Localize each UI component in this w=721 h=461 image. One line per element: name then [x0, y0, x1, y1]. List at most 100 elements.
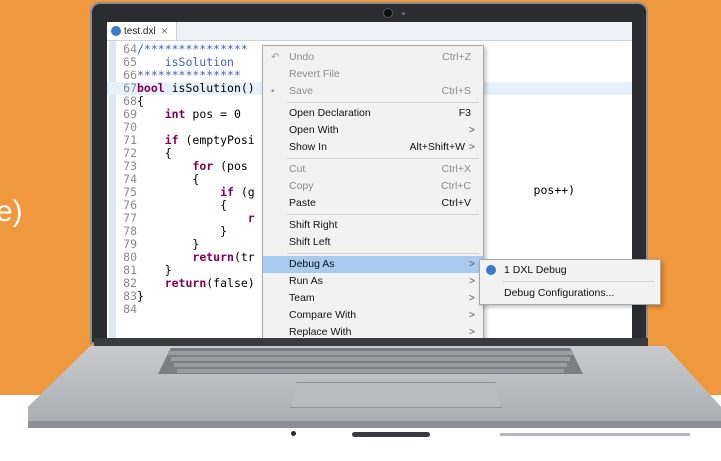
power-led-icon [291, 431, 296, 436]
context-menu: ↶ Undo Ctrl+Z Revert File ▪ Save Ctrl+S Open De… [262, 45, 484, 347]
menu-item-shortcut: F3 [458, 107, 471, 119]
code-token: isSolution [137, 55, 234, 69]
keyboard-key-row [168, 351, 573, 355]
menu-item-shift-left[interactable]: Shift Left [263, 234, 483, 251]
menu-item-shortcut: Ctrl+X [441, 163, 471, 175]
code-token: { [137, 198, 228, 212]
laptop-side-groove [500, 433, 690, 436]
menu-item-team[interactable]: Team > [263, 290, 483, 307]
laptop-front-edge [28, 421, 721, 428]
code-token: for [192, 159, 214, 173]
menu-item-shortcut: Ctrl+Z [442, 51, 471, 63]
menu-item-show-in[interactable]: Show In Alt+Shift+W > [263, 139, 483, 156]
menu-item-shortcut: Ctrl+S [441, 85, 471, 97]
code-token: isSolution() [164, 81, 255, 95]
code-token: if [220, 185, 234, 199]
keyboard-key-row [174, 363, 567, 367]
editor-tab-test-dxl[interactable]: test.dxl ✕ [107, 22, 178, 40]
submenu-arrow-icon: > [468, 292, 475, 304]
menu-item-shortcut: Ctrl+C [440, 180, 471, 192]
dxl-file-icon [111, 26, 121, 36]
keyboard-key-row [171, 357, 570, 361]
submenu-arrow-icon: > [468, 309, 475, 321]
menu-item-copy[interactable]: Copy Ctrl+C [263, 178, 483, 195]
submenu-item-label: Debug Configurations... [504, 287, 615, 299]
submenu-arrow-icon: > [468, 275, 475, 287]
keyboard-key-row [177, 369, 564, 373]
menu-item-label: Paste [289, 197, 316, 209]
submenu-arrow-icon: > [468, 258, 475, 270]
code-token: (g [233, 185, 255, 199]
code-token: } [137, 263, 172, 277]
laptop-latch [352, 432, 430, 437]
code-token: (emptyPosi [178, 133, 255, 147]
menu-item-label: Show In [289, 141, 327, 153]
menu-item-label: Run As [289, 275, 323, 287]
code-token: r [247, 211, 255, 225]
code-token: } [137, 224, 228, 238]
menu-item-open-with[interactable]: Open With > [263, 122, 483, 139]
menu-item-shortcut: Ctrl+V [441, 197, 471, 209]
code-token: { [137, 94, 144, 108]
menu-item-label: Save [289, 85, 313, 97]
menu-item-label: Team [289, 292, 315, 304]
undo-icon: ↶ [271, 52, 280, 63]
submenu-item-debug-configurations[interactable]: Debug Configurations... [480, 284, 660, 303]
submenu-arrow-icon: > [468, 124, 475, 136]
menu-item-debug-as[interactable]: Debug As > [263, 256, 483, 273]
menu-item-undo[interactable]: ↶ Undo Ctrl+Z [263, 49, 483, 66]
code-token: (pos [213, 159, 248, 173]
menu-item-label: Copy [289, 180, 314, 192]
menu-separator [287, 253, 479, 254]
code-overflow-text: pos++) [533, 183, 576, 197]
submenu-separator [502, 281, 654, 282]
code-token: { [137, 146, 172, 160]
code-token: (tr [233, 250, 255, 264]
submenu-item-1-dxl-debug[interactable]: 1 DXL Debug [480, 261, 660, 280]
menu-item-revert-file[interactable]: Revert File [263, 66, 483, 83]
tab-title: test.dxl [124, 25, 156, 37]
menu-separator [287, 214, 479, 215]
menu-separator [287, 158, 479, 159]
menu-separator [287, 102, 479, 103]
menu-item-label: Open Declaration [289, 107, 371, 119]
code-token: { [137, 172, 200, 186]
code-token: int [164, 107, 186, 121]
code-token: return [164, 276, 207, 290]
menu-item-open-declaration[interactable]: Open Declaration F3 [263, 105, 483, 122]
save-icon: ▪ [271, 86, 275, 97]
menu-item-cut[interactable]: Cut Ctrl+X [263, 161, 483, 178]
editor-tab-bar: test.dxl ✕ [107, 22, 632, 41]
webcam-icon [383, 8, 393, 18]
cutoff-heading-text: e) [0, 195, 23, 228]
line-number: 84 [123, 302, 137, 316]
webcam-indicator [402, 12, 405, 15]
menu-item-label: Shift Left [289, 236, 331, 248]
menu-item-label: Revert File [289, 68, 340, 80]
menu-item-run-as[interactable]: Run As > [263, 273, 483, 290]
menu-item-label: Shift Right [289, 219, 338, 231]
code-token: bool [137, 81, 165, 95]
close-tab-icon[interactable]: ✕ [161, 26, 169, 37]
menu-item-compare-with[interactable]: Compare With > [263, 307, 483, 324]
menu-item-shift-right[interactable]: Shift Right [263, 217, 483, 234]
code-token: if [164, 133, 179, 147]
menu-item-label: Undo [289, 51, 315, 63]
submenu-arrow-icon: > [468, 141, 475, 153]
code-token: /*************** [137, 42, 248, 56]
menu-item-label: Debug As [289, 258, 335, 270]
code-token: pos = 0 [185, 107, 241, 121]
menu-item-label: Open With [289, 124, 339, 136]
code-token: (false) [206, 276, 255, 290]
menu-item-label: Compare With [289, 309, 357, 321]
debug-as-submenu: 1 DXL Debug Debug Configurations... [479, 259, 661, 305]
menu-item-paste[interactable]: Paste Ctrl+V [263, 195, 483, 212]
menu-item-save[interactable]: ▪ Save Ctrl+S [263, 83, 483, 100]
